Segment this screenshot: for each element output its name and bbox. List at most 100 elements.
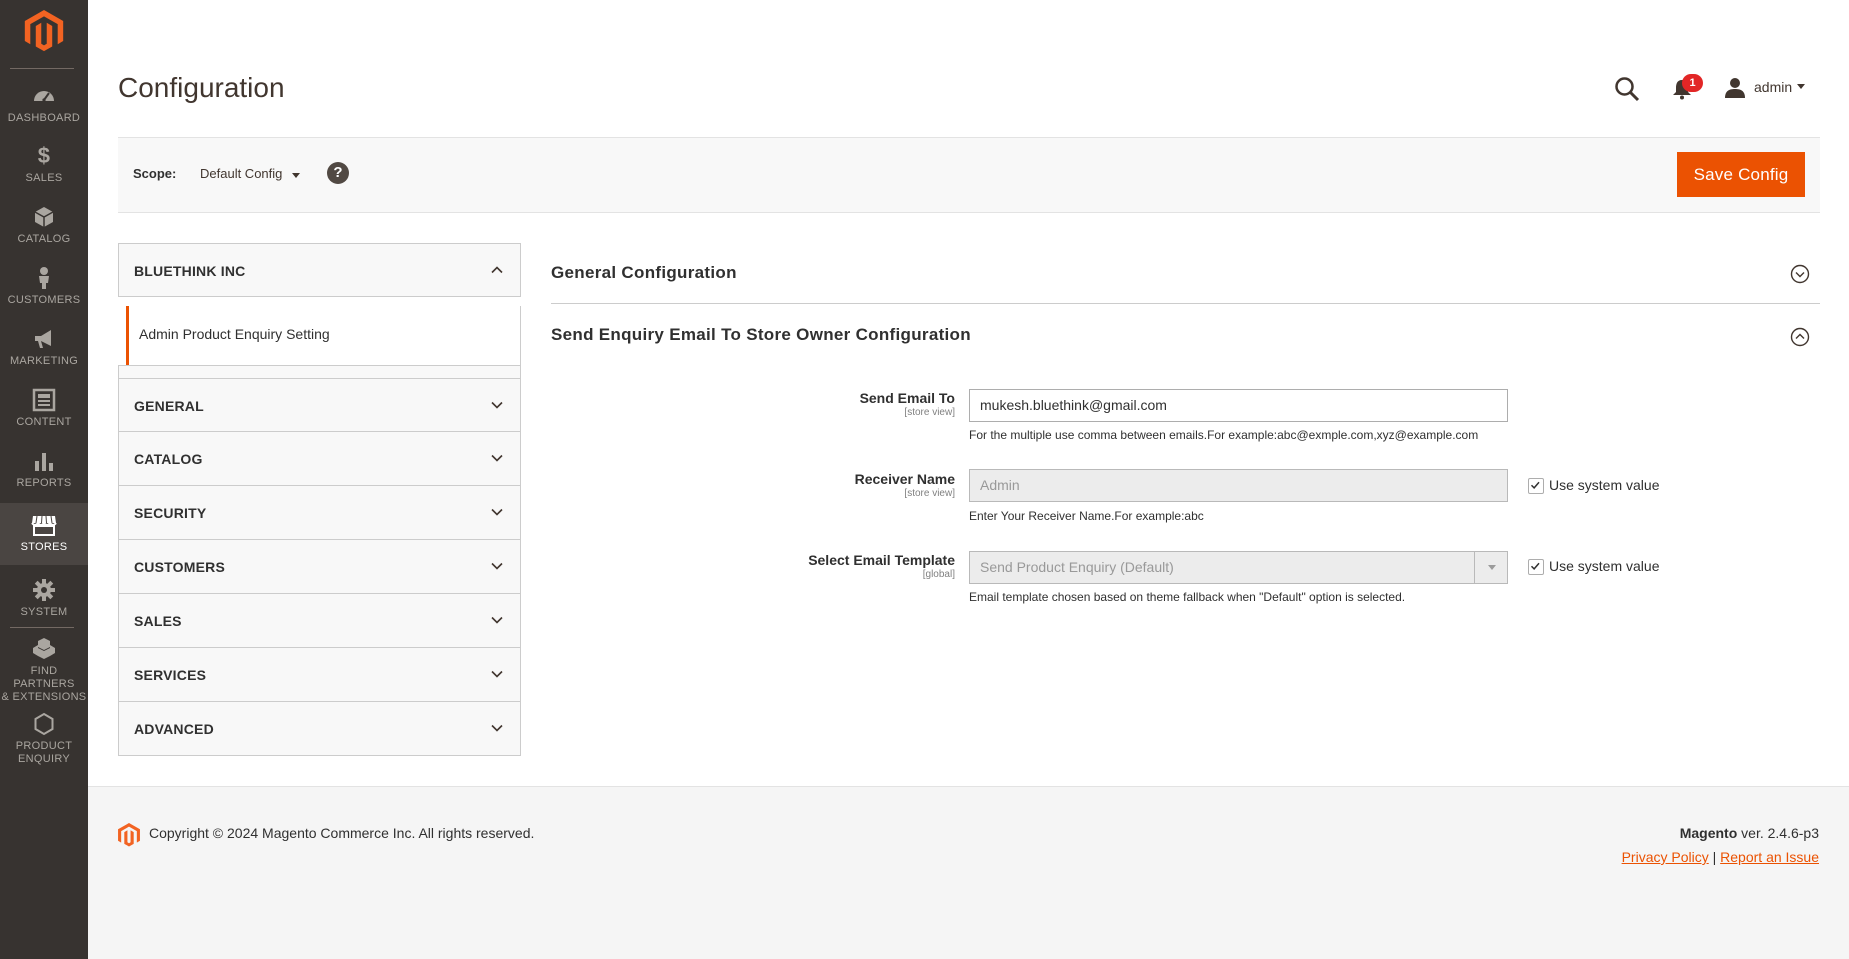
section-title: Send Enquiry Email To Store Owner Config…	[551, 325, 971, 344]
report-issue-link[interactable]: Report an Issue	[1720, 849, 1819, 865]
tab-group-bluethink[interactable]: BLUETHINK INC	[118, 243, 521, 297]
use-system-value-label[interactable]: Use system value	[1549, 558, 1659, 574]
notification-badge[interactable]: 1	[1682, 74, 1703, 92]
use-system-value-checkbox[interactable]	[1528, 478, 1544, 494]
sidebar-item-dashboard[interactable]: DASHBOARD	[0, 84, 88, 124]
tab-label: SALES	[134, 613, 182, 629]
select-arrow-icon[interactable]	[1474, 552, 1507, 583]
save-config-button[interactable]: Save Config	[1677, 152, 1805, 197]
user-icon[interactable]	[1724, 77, 1746, 99]
sidebar-item-product-enquiry[interactable]: PRODUCT ENQUIRY	[0, 712, 88, 768]
section-title: General Configuration	[551, 263, 737, 282]
scope-label: Scope:	[133, 166, 177, 181]
tab-spacer	[118, 366, 521, 378]
sidebar-label: SYSTEM	[20, 606, 68, 618]
tab-advanced[interactable]: ADVANCED	[118, 702, 521, 756]
email-template-value: Send Product Enquiry (Default)	[980, 559, 1174, 575]
sidebar-divider	[10, 627, 74, 628]
version-number: ver. 2.4.6-p3	[1737, 825, 1819, 841]
tab-customers[interactable]: CUSTOMERS	[118, 540, 521, 594]
search-icon[interactable]	[1614, 76, 1640, 102]
scope-caret-icon[interactable]	[292, 173, 300, 178]
sidebar-item-marketing[interactable]: MARKETING	[0, 327, 88, 367]
sidebar-divider	[10, 68, 74, 69]
dashboard-icon	[34, 91, 54, 102]
cube-icon	[34, 207, 54, 227]
tab-sales[interactable]: SALES	[118, 594, 521, 648]
help-icon[interactable]: ?	[327, 162, 349, 184]
magento-logo-icon[interactable]	[23, 10, 65, 52]
chevron-down-icon	[491, 454, 503, 462]
tab-label: SECURITY	[134, 505, 207, 521]
tab-label: CUSTOMERS	[134, 559, 225, 575]
sidebar-item-stores[interactable]: STORES	[0, 503, 88, 565]
scope-hint: [store view]	[904, 407, 955, 418]
tab-admin-product-enquiry[interactable]: Admin Product Enquiry Setting	[118, 306, 521, 366]
section-send-enquiry-email[interactable]: Send Enquiry Email To Store Owner Config…	[551, 318, 1820, 358]
scope-hint: [global]	[922, 569, 955, 580]
tab-label: ADVANCED	[134, 721, 214, 737]
chevron-down-icon	[491, 670, 503, 678]
user-menu-caret-icon[interactable]	[1797, 84, 1805, 89]
brand-name: Magento	[1679, 825, 1738, 841]
field-note: Enter Your Receiver Name.For example:abc	[969, 509, 1204, 523]
sidebar-label: STORES	[20, 541, 68, 553]
chevron-down-icon	[491, 562, 503, 570]
tab-item-label: Admin Product Enquiry Setting	[139, 326, 330, 342]
admin-username[interactable]: admin	[1754, 79, 1792, 95]
send-email-to-input[interactable]: mukesh.bluethink@gmail.com	[969, 389, 1508, 422]
copyright-text: Copyright © 2024 Magento Commerce Inc. A…	[149, 825, 535, 841]
receiver-name-label: Receiver Name	[854, 471, 955, 487]
sidebar-item-find-partners[interactable]: FIND PARTNERS & EXTENSIONS	[0, 637, 88, 703]
sidebar-item-content[interactable]: CONTENT	[0, 388, 88, 428]
boxes-icon	[33, 638, 55, 659]
email-template-label: Select Email Template	[808, 552, 955, 568]
link-separator: |	[1712, 849, 1717, 865]
email-template-select[interactable]: Send Product Enquiry (Default)	[969, 551, 1508, 584]
dollar-icon: $	[37, 143, 51, 168]
sidebar-item-reports[interactable]: REPORTS	[0, 449, 88, 489]
sidebar-label: CUSTOMERS	[7, 294, 81, 306]
sidebar-item-catalog[interactable]: CATALOG	[0, 205, 88, 245]
version-text: Magento ver. 2.4.6-p3	[1680, 825, 1819, 841]
tab-security[interactable]: SECURITY	[118, 486, 521, 540]
magento-logo-icon	[118, 823, 140, 847]
hexagon-icon	[34, 712, 54, 736]
chevron-up-icon	[491, 266, 503, 274]
use-system-value-label[interactable]: Use system value	[1549, 477, 1659, 493]
chevron-down-icon	[491, 616, 503, 624]
field-note: For the multiple use comma between email…	[969, 428, 1479, 442]
chevron-down-icon	[491, 508, 503, 516]
sidebar-item-customers[interactable]: CUSTOMERS	[0, 266, 88, 306]
sidebar-item-system[interactable]: SYSTEM	[0, 578, 88, 618]
section-general-configuration[interactable]: General Configuration	[551, 256, 1820, 296]
content-icon	[32, 388, 56, 412]
tab-services[interactable]: SERVICES	[118, 648, 521, 702]
privacy-policy-link[interactable]: Privacy Policy	[1622, 849, 1709, 865]
gear-icon	[33, 579, 55, 601]
tab-general[interactable]: GENERAL	[118, 378, 521, 432]
sidebar-label-line1: FIND PARTNERS	[13, 665, 75, 690]
receiver-name-input[interactable]: Admin	[969, 469, 1508, 502]
collapse-circle-icon[interactable]	[1790, 327, 1810, 347]
store-icon	[31, 515, 57, 536]
expand-circle-icon[interactable]	[1790, 264, 1810, 284]
bar-chart-icon	[35, 453, 53, 471]
checkmark-icon	[1530, 562, 1540, 570]
sidebar-item-sales[interactable]: $ SALES	[0, 143, 88, 185]
use-system-value-checkbox[interactable]	[1528, 559, 1544, 575]
tab-label: GENERAL	[134, 398, 204, 414]
active-tab-indicator	[126, 306, 129, 365]
tab-group-label: BLUETHINK INC	[134, 263, 246, 279]
sidebar-label: CONTENT	[16, 416, 72, 428]
scope-switcher[interactable]: Default Config	[200, 166, 282, 181]
send-email-to-label: Send Email To	[859, 390, 955, 406]
scope-bar: Scope: Default Config ? Save Config	[118, 137, 1820, 213]
sidebar-label-line2: ENQUIRY	[17, 753, 71, 765]
chevron-down-icon	[491, 401, 503, 409]
admin-sidebar: DASHBOARD $ SALES CATALOG CUSTOMERS MARK…	[0, 0, 88, 959]
config-tabs: BLUETHINK INC Admin Product Enquiry Sett…	[118, 243, 521, 756]
chevron-down-icon	[491, 724, 503, 732]
tab-catalog[interactable]: CATALOG	[118, 432, 521, 486]
sidebar-label: DASHBOARD	[7, 112, 81, 124]
